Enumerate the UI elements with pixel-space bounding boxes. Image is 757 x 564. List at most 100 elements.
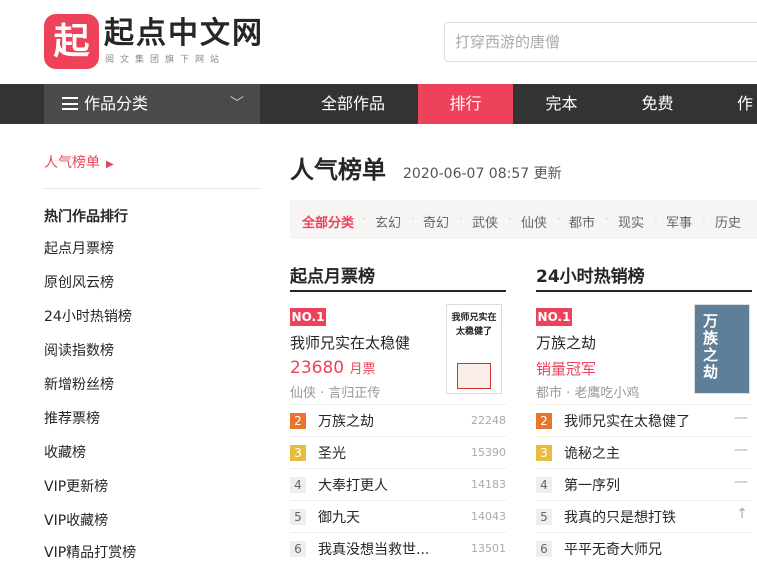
rank-badge: NO.1: [290, 308, 326, 326]
filter-item[interactable]: 都市: [569, 212, 595, 231]
ticket-count: 22248: [471, 414, 506, 427]
nav-free[interactable]: 免费: [610, 84, 705, 124]
filter-item[interactable]: 历史: [715, 212, 741, 231]
top-book-meta: 仙侠 · 言归正传: [290, 386, 381, 401]
book-title[interactable]: 御九天: [318, 507, 360, 527]
rank-number: 6: [536, 541, 552, 557]
trend-indicator: ↑: [736, 506, 748, 522]
top-book-title[interactable]: 万族之劫: [536, 332, 596, 353]
book-title[interactable]: 我真的只是想打铁: [564, 507, 676, 527]
trend-indicator: —: [734, 410, 748, 426]
cover-title: 万族之劫: [703, 312, 719, 381]
book-title[interactable]: 圣光: [318, 443, 346, 463]
ranking-title[interactable]: 起点月票榜: [290, 262, 506, 292]
separator: ·: [654, 212, 658, 226]
table-row[interactable]: 6 我真没想当救世... 13501: [290, 532, 506, 564]
nav-all-works[interactable]: 全部作品: [300, 84, 406, 124]
table-row[interactable]: 6 平平无奇大师兄: [536, 532, 752, 564]
sidebar-hot-list[interactable]: 人气榜单 ▶: [44, 152, 114, 172]
filter-all[interactable]: 全部分类: [302, 212, 354, 231]
separator: ·: [605, 212, 609, 226]
category-menu-button[interactable]: 作品分类 ﹀: [44, 84, 260, 124]
book-title[interactable]: 我师兄实在太稳健了: [564, 411, 690, 431]
sidebar-item[interactable]: 新增粉丝榜: [44, 374, 114, 394]
site-header: 起 起点中文网 阅文集团旗下网站 打穿西游的唐僧: [0, 0, 757, 84]
sidebar-item[interactable]: VIP更新榜: [44, 476, 108, 496]
filter-item[interactable]: 玄幻: [375, 212, 401, 231]
table-row[interactable]: 3 诡秘之主 —: [536, 436, 752, 468]
book-title[interactable]: 我真没想当救世...: [318, 539, 429, 559]
rank-number: 5: [290, 509, 306, 525]
separator: ·: [557, 212, 561, 226]
book-title[interactable]: 大奉打更人: [318, 475, 388, 495]
top-book-meta: 都市 · 老鹰吃小鸡: [536, 386, 640, 401]
caret-right-icon: ▶: [106, 159, 114, 170]
sidebar-item[interactable]: VIP收藏榜: [44, 510, 108, 530]
logo-icon[interactable]: 起: [44, 14, 99, 69]
rank-number: 5: [536, 509, 552, 525]
table-row[interactable]: 2 我师兄实在太稳健了 —: [536, 404, 752, 436]
ticket-unit: 月票: [349, 362, 376, 377]
site-logo-subtitle: 阅文集团旗下网站: [105, 55, 226, 65]
book-cover[interactable]: 万族之劫: [694, 304, 750, 394]
filter-item[interactable]: 武侠: [472, 212, 498, 231]
sidebar-item[interactable]: 24小时热销榜: [44, 306, 132, 326]
divider: [44, 188, 260, 189]
book-title[interactable]: 万族之劫: [318, 411, 374, 431]
category-label: 作品分类: [84, 94, 149, 113]
filter-item[interactable]: 现实: [618, 212, 644, 231]
search-input[interactable]: 打穿西游的唐僧: [444, 22, 757, 62]
book-cover[interactable]: 我师兄实在太稳健了: [446, 304, 502, 394]
ticket-count: 13501: [471, 542, 506, 555]
ranking-title[interactable]: 24小时热销榜: [536, 262, 752, 292]
sidebar-item[interactable]: 收藏榜: [44, 442, 86, 462]
top-book-count: 23680 月票: [290, 358, 376, 378]
ticket-count: 23680: [290, 358, 345, 378]
sidebar-item[interactable]: 阅读指数榜: [44, 340, 114, 360]
nav-ranking[interactable]: 排行: [418, 84, 513, 124]
sidebar-hot-label: 人气榜单: [44, 155, 100, 171]
separator: ·: [508, 212, 512, 226]
rank-badge: NO.1: [536, 308, 572, 326]
menu-icon: [62, 97, 78, 110]
table-row[interactable]: 4 大奉打更人 14183: [290, 468, 506, 500]
filter-item[interactable]: 仙侠: [521, 212, 547, 231]
rank-number: 4: [536, 477, 552, 493]
divider: [536, 290, 752, 292]
separator: ·: [362, 212, 366, 226]
filter-item[interactable]: 奇幻: [423, 212, 449, 231]
rank-number: 3: [536, 445, 552, 461]
cover-art: [457, 363, 491, 389]
table-row[interactable]: 5 御九天 14043: [290, 500, 506, 532]
sales-champion-tag: 销量冠军: [536, 360, 597, 378]
hot-sales-ranking: 24小时热销榜 NO.1 万族之劫 销量冠军 都市 · 老鹰吃小鸡 万族之劫 2…: [536, 262, 752, 558]
book-title[interactable]: 诡秘之主: [564, 443, 620, 463]
nav-finished[interactable]: 完本: [514, 84, 609, 124]
cover-title: 我师兄实在太稳健了: [451, 313, 497, 337]
separator: ·: [411, 212, 415, 226]
page-title: 人气榜单: [290, 156, 386, 184]
filter-item[interactable]: 军事: [666, 212, 692, 231]
chevron-down-icon: ﹀: [230, 96, 244, 112]
table-row[interactable]: 5 我真的只是想打铁 ↑: [536, 500, 752, 532]
rank-number: 2: [290, 413, 306, 429]
rank-number: 3: [290, 445, 306, 461]
table-row[interactable]: 3 圣光 15390: [290, 436, 506, 468]
table-row[interactable]: 4 第一序列 —: [536, 468, 752, 500]
sidebar-item[interactable]: 起点月票榜: [44, 238, 114, 258]
ticket-count: 15390: [471, 446, 506, 459]
top-book-title[interactable]: 我师兄实在太稳健: [290, 332, 410, 353]
sidebar-item[interactable]: VIP精品打赏榜: [44, 542, 136, 562]
nav-more[interactable]: 作: [706, 84, 757, 124]
divider: [290, 290, 506, 292]
category-filter-bar: 全部分类 · 玄幻 · 奇幻 · 武侠 · 仙侠 · 都市 · 现实 · 军事 …: [290, 200, 757, 239]
sidebar-item[interactable]: 推荐票榜: [44, 408, 100, 428]
book-title[interactable]: 第一序列: [564, 475, 620, 495]
monthly-ticket-ranking: 起点月票榜 NO.1 我师兄实在太稳健 23680 月票 仙侠 · 言归正传 我…: [290, 262, 506, 558]
update-time: 2020-06-07 08:57 更新: [403, 166, 562, 182]
site-logo-text[interactable]: 起点中文网: [104, 14, 264, 54]
separator: ·: [702, 212, 706, 226]
table-row[interactable]: 2 万族之劫 22248: [290, 404, 506, 436]
sidebar-item[interactable]: 原创风云榜: [44, 272, 114, 292]
book-title[interactable]: 平平无奇大师兄: [564, 539, 662, 559]
